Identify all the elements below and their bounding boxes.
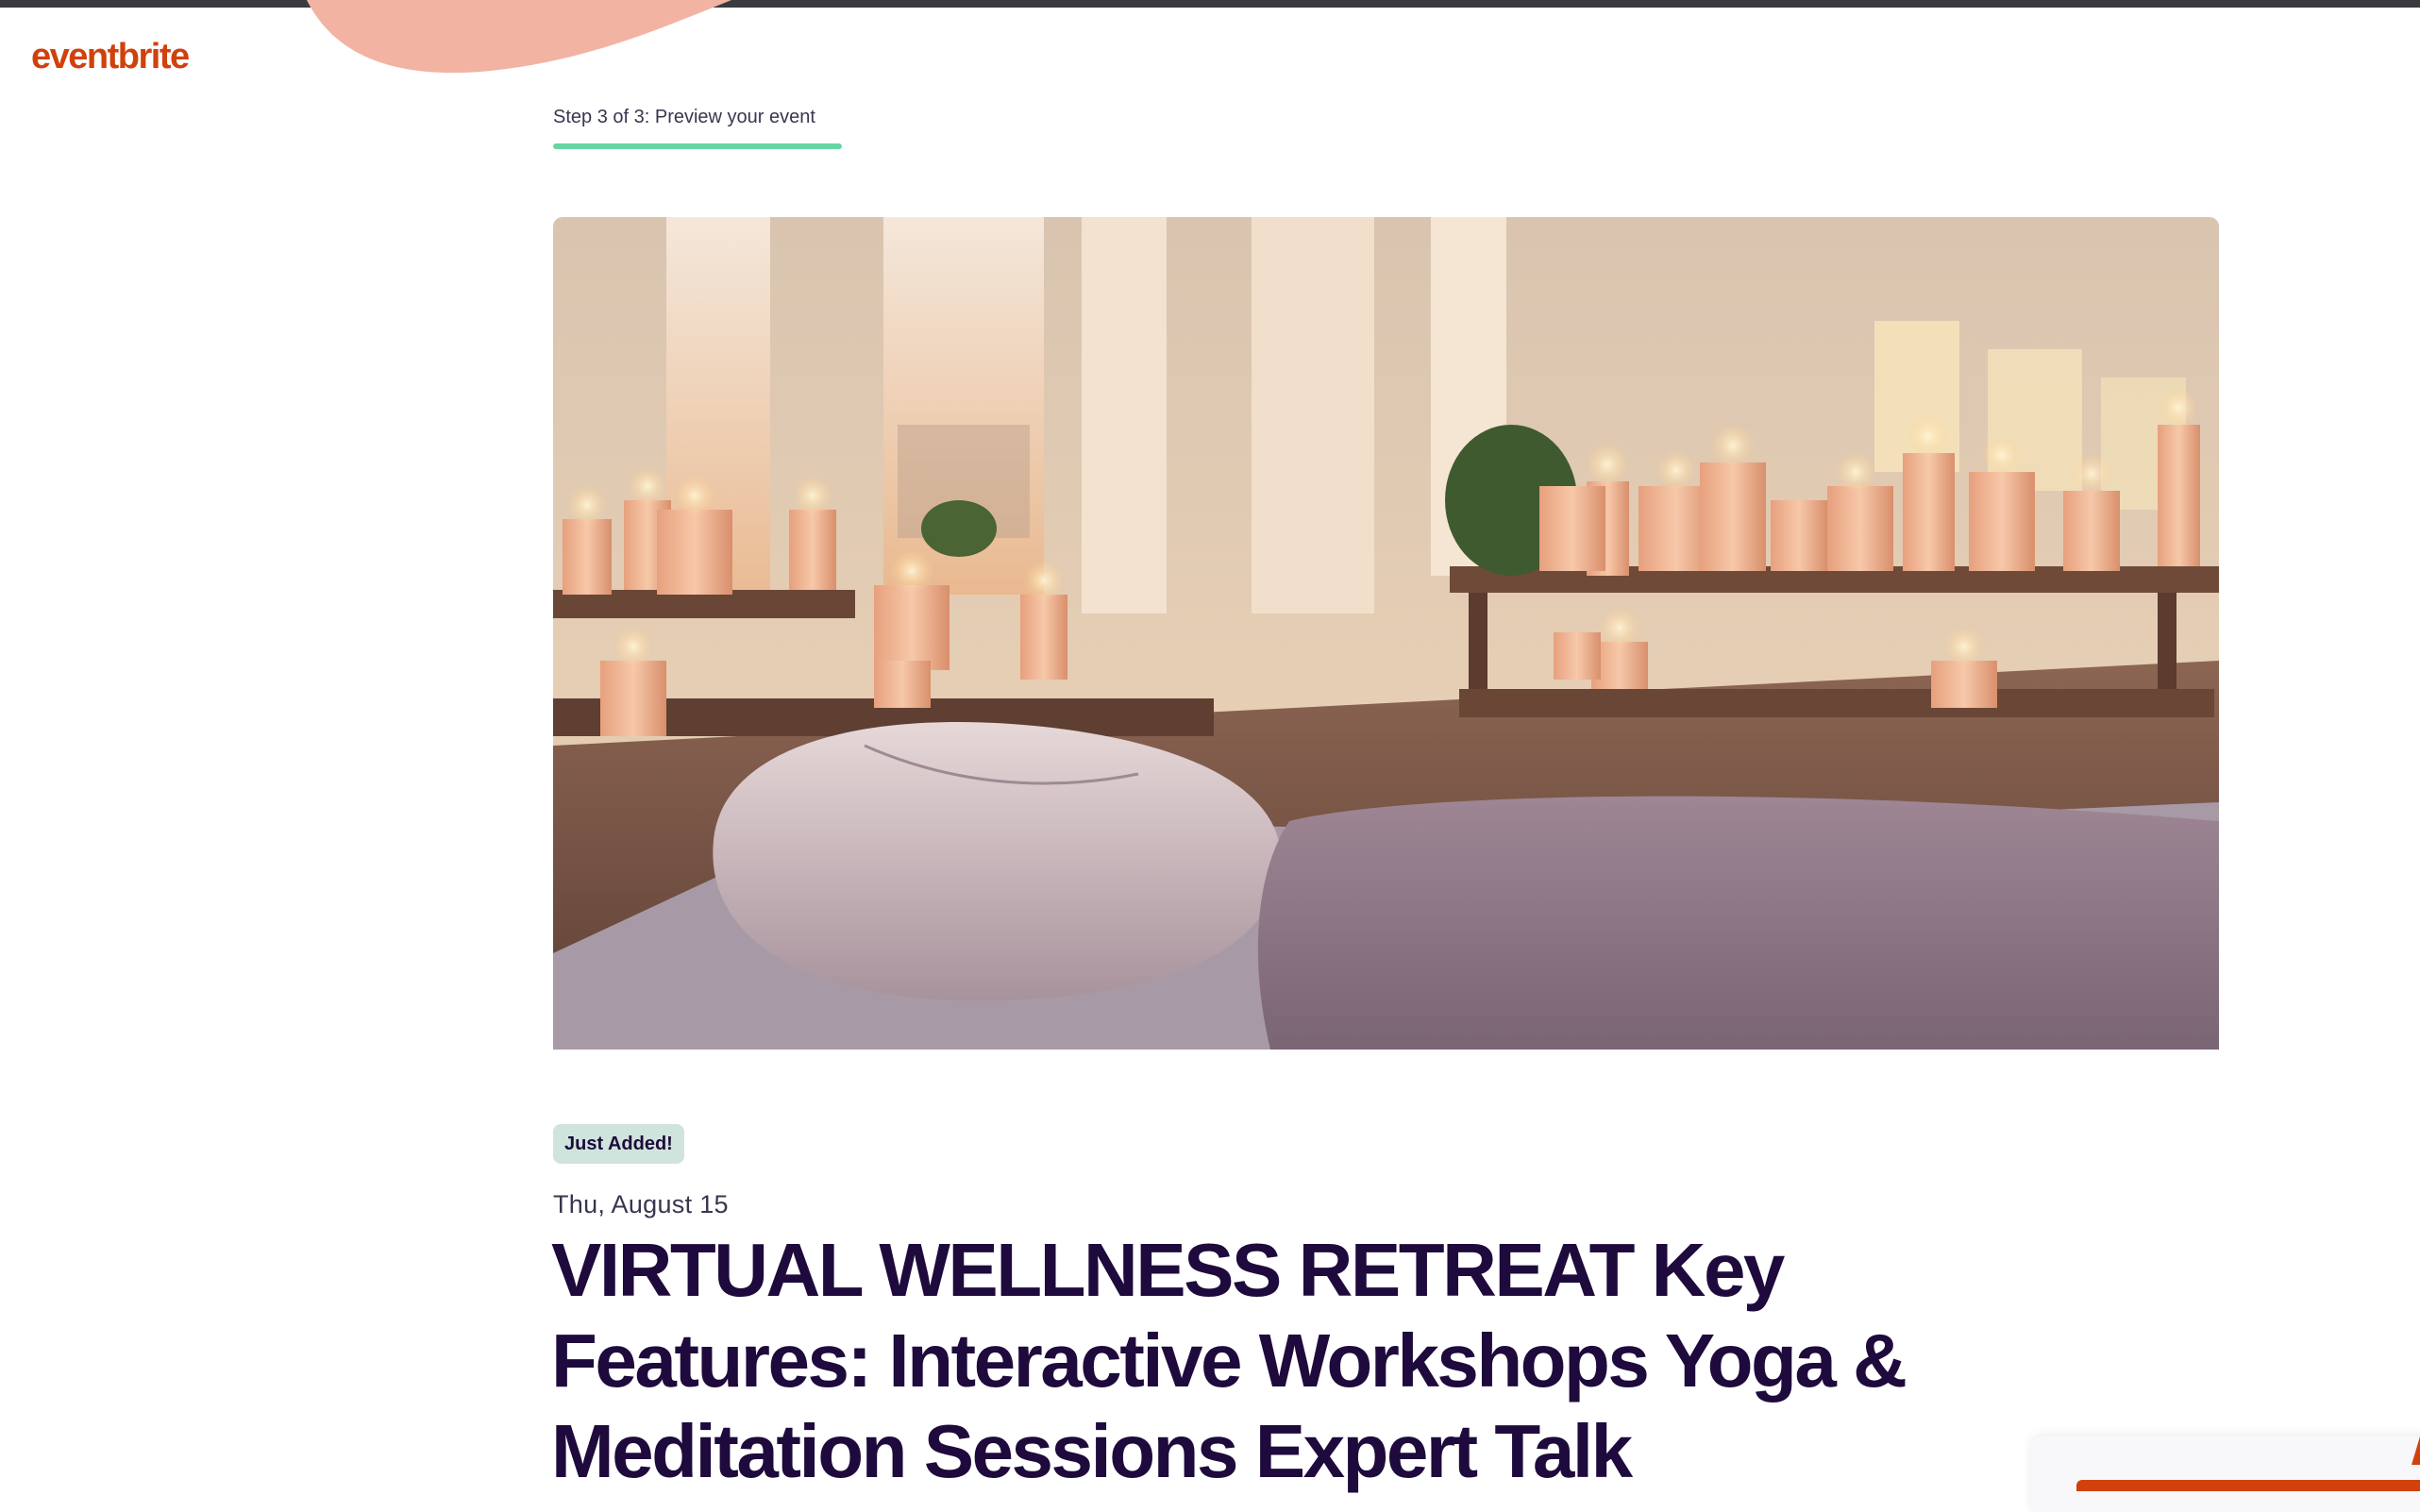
- step-progress: Step 3 of 3: Preview your event: [553, 102, 846, 149]
- step-progress-bar: [553, 143, 842, 149]
- ticket-panel: [2031, 1436, 2420, 1512]
- step-progress-fill: [553, 143, 842, 149]
- event-date: Thu, August 15: [553, 1190, 729, 1218]
- event-hero-image: [553, 217, 2219, 1050]
- eventbrite-logo[interactable]: eventbrite: [31, 34, 190, 79]
- event-title: VIRTUAL WELLNESS RETREAT Key Features: I…: [551, 1228, 1907, 1493]
- panel-corner-accent: [2412, 1436, 2420, 1465]
- step-label: Step 3 of 3: Preview your event: [553, 107, 815, 127]
- hero-illustration: [553, 217, 2219, 1050]
- get-tickets-button[interactable]: [2076, 1480, 2420, 1491]
- just-added-badge: Just Added!: [553, 1124, 684, 1164]
